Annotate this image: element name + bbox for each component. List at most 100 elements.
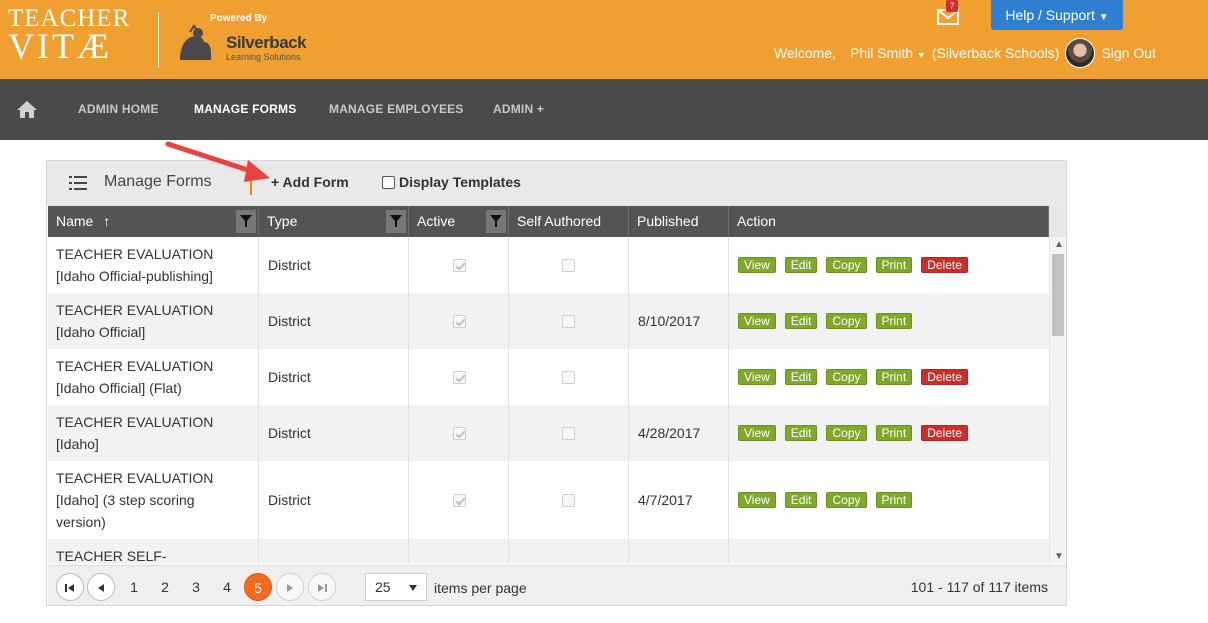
cell-active [409,349,509,405]
cell-actions: View Edit Copy Print Delete [729,349,1049,405]
page-3[interactable]: 3 [182,573,210,601]
nav-manage-forms[interactable]: MANAGE FORMS [194,102,296,116]
cell-published: 4/7/2017 [629,461,729,539]
edit-button[interactable]: Edit [784,492,818,508]
cell-name: TEACHER EVALUATION [Idaho Official] (Flat… [48,349,259,405]
view-button[interactable]: View [738,425,776,441]
nav-admin-plus[interactable]: ADMIN + [493,102,544,116]
copy-button[interactable]: Copy [826,257,867,273]
grid-scrollbar[interactable]: ▲ ▼ [1049,237,1066,564]
view-button[interactable]: View [738,313,776,329]
column-header-type[interactable]: Type [259,206,409,237]
silverback-brand-name: Silverback [226,33,307,52]
scroll-down-icon[interactable]: ▼ [1054,551,1064,562]
cell-active [409,539,509,564]
cell-self-authored [509,539,629,564]
display-templates-checkbox[interactable] [382,175,395,189]
self-authored-checkbox [562,370,575,384]
copy-button[interactable]: Copy [826,492,867,508]
avatar[interactable] [1065,38,1096,68]
home-icon[interactable] [16,99,38,119]
list-icon [69,176,87,190]
table-row[interactable]: TEACHER SELF- [48,539,1049,564]
cell-name: TEACHER EVALUATION [Idaho Official-publis… [48,237,259,293]
cell-actions [729,539,1049,564]
cell-type: District [259,293,409,349]
delete-button[interactable]: Delete [921,369,968,385]
cell-active [409,237,509,293]
cell-actions: View Edit Copy Print [729,293,1049,349]
table-row[interactable]: TEACHER EVALUATION [Idaho Official] Distr… [48,293,1049,349]
items-per-page-label: items per page [434,580,527,596]
next-page-button[interactable] [276,573,304,601]
logo-divider [158,12,159,68]
last-page-button[interactable] [308,573,336,601]
edit-button[interactable]: Edit [784,425,818,441]
filter-icon[interactable] [486,210,506,233]
column-header-published[interactable]: Published [629,206,729,237]
table-row[interactable]: TEACHER EVALUATION [Idaho Official] (Flat… [48,349,1049,405]
self-authored-checkbox [562,426,575,440]
view-button[interactable]: View [738,492,776,508]
view-button[interactable]: View [738,257,776,273]
cell-published [629,539,729,564]
table-row[interactable]: TEACHER EVALUATION [Idaho] District 4/28/… [48,405,1049,461]
first-page-button[interactable] [56,573,84,601]
edit-button[interactable]: Edit [784,257,818,273]
delete-button[interactable]: Delete [921,425,968,441]
print-button[interactable]: Print [875,492,913,508]
user-menu[interactable]: Phil Smith ▼ [850,45,926,61]
add-form-button[interactable]: + Add Form [271,174,349,190]
column-header-self-authored[interactable]: Self Authored [509,206,629,237]
prev-page-button[interactable] [87,573,115,601]
cell-published [629,237,729,293]
cell-name: TEACHER EVALUATION [Idaho] (3 step scorin… [48,461,259,539]
active-checkbox [453,314,466,328]
pager-info: 101 - 117 of 117 items [910,579,1048,595]
cell-name: TEACHER SELF- [48,539,259,564]
copy-button[interactable]: Copy [826,369,867,385]
display-templates-toggle[interactable]: Display Templates [382,174,521,190]
cell-name: TEACHER EVALUATION [Idaho] [48,405,259,461]
cell-published: 4/28/2017 [629,405,729,461]
page-size-select[interactable]: 25 [365,573,427,601]
table-row[interactable]: TEACHER EVALUATION [Idaho Official-publis… [48,237,1049,293]
delete-button[interactable]: Delete [921,257,968,273]
caret-down-icon [409,585,417,591]
help-support-button[interactable]: Help / Support ▼ [991,0,1123,30]
filter-icon[interactable] [236,210,256,233]
nav-admin-home[interactable]: ADMIN HOME [78,102,159,116]
column-header-name[interactable]: Name ↑ [48,206,259,237]
filter-icon[interactable] [386,210,406,233]
active-checkbox [453,258,466,272]
page-2[interactable]: 2 [151,573,179,601]
copy-button[interactable]: Copy [826,313,867,329]
page-4[interactable]: 4 [213,573,241,601]
cell-self-authored [509,237,629,293]
page-5-current[interactable]: 5 [244,573,272,601]
edit-button[interactable]: Edit [784,369,818,385]
print-button[interactable]: Print [875,369,913,385]
nav-manage-employees[interactable]: MANAGE EMPLOYEES [329,102,464,116]
copy-button[interactable]: Copy [826,425,867,441]
scrollbar-thumb[interactable] [1052,254,1064,336]
active-checkbox [453,426,466,440]
sign-out-link[interactable]: Sign Out [1101,45,1155,61]
self-authored-checkbox [562,314,575,328]
pager: 1 2 3 4 5 25 items per page 101 - 117 of… [48,565,1066,605]
column-header-action: Action [729,206,1049,237]
edit-button[interactable]: Edit [784,313,818,329]
silverback-gorilla-icon [180,24,211,60]
teacher-vitae-logo[interactable]: TEACHER VITÆ [8,6,130,64]
print-button[interactable]: Print [875,425,913,441]
cell-self-authored [509,349,629,405]
active-checkbox [453,370,466,384]
print-button[interactable]: Print [875,313,913,329]
print-button[interactable]: Print [875,257,913,273]
page-1[interactable]: 1 [120,573,148,601]
scroll-up-icon[interactable]: ▲ [1054,239,1064,250]
header-scroll-spacer [1049,206,1066,237]
view-button[interactable]: View [738,369,776,385]
table-row[interactable]: TEACHER EVALUATION [Idaho] (3 step scorin… [48,461,1049,539]
column-header-active[interactable]: Active [409,206,509,237]
